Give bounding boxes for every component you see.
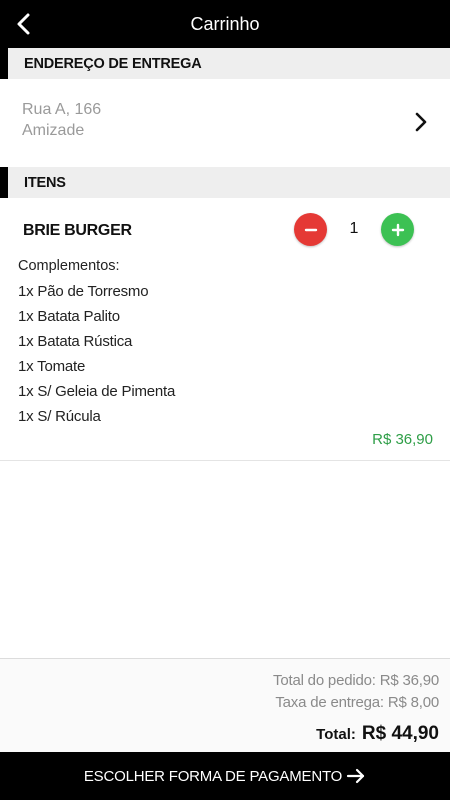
chevron-left-icon: [17, 13, 30, 35]
minus-icon: [304, 228, 317, 231]
choose-payment-label: ESCOLHER FORMA DE PAGAMENTO: [83, 767, 343, 785]
complements-title: Complementos:: [18, 258, 120, 274]
item-divider: [0, 460, 450, 461]
complement-item: 1x S/ Rúcula: [18, 408, 101, 425]
complements-list: 1x Pão de Torresmo 1x Batata Palito 1x B…: [18, 282, 175, 432]
total-label: Total:: [316, 726, 356, 743]
delivery-address[interactable]: Rua A, 166 Amizade: [0, 79, 450, 167]
item-quantity: 1: [349, 220, 359, 237]
address-neighborhood: Amizade: [22, 122, 85, 139]
item-name: BRIE BURGER: [23, 222, 132, 239]
top-bar: Carrinho: [0, 0, 450, 48]
address-street: Rua A, 166: [22, 101, 102, 118]
chevron-right-icon: [415, 112, 427, 132]
delivery-fee: Taxa de entrega: R$ 8,00: [275, 694, 439, 711]
total-value: R$ 44,90: [361, 723, 439, 744]
back-button[interactable]: [6, 6, 42, 42]
item-price: R$ 36,90: [372, 431, 433, 448]
increase-quantity-button[interactable]: [381, 213, 414, 246]
complement-item: 1x Tomate: [18, 358, 86, 375]
arrow-right-icon: [346, 766, 366, 786]
complement-item: 1x Batata Palito: [18, 308, 120, 325]
items-section-title: ITENS: [24, 174, 66, 191]
complement-item: 1x Pão de Torresmo: [18, 283, 149, 300]
grand-total: Total: R$ 44,90: [316, 723, 439, 745]
complement-item: 1x S/ Geleia de Pimenta: [18, 383, 176, 400]
delivery-section-title: ENDEREÇO DE ENTREGA: [24, 55, 202, 72]
page-title: Carrinho: [190, 13, 260, 34]
plus-icon: [391, 223, 404, 236]
order-total: Total do pedido: R$ 36,90: [273, 672, 439, 689]
delivery-section-header: ENDEREÇO DE ENTREGA: [0, 48, 450, 79]
items-section-header: ITENS: [0, 167, 450, 198]
complement-item: 1x Batata Rústica: [18, 333, 133, 350]
choose-payment-button[interactable]: ESCOLHER FORMA DE PAGAMENTO: [0, 752, 450, 800]
order-summary: Total do pedido: R$ 36,90 Taxa de entreg…: [0, 658, 450, 752]
decrease-quantity-button[interactable]: [294, 213, 327, 246]
